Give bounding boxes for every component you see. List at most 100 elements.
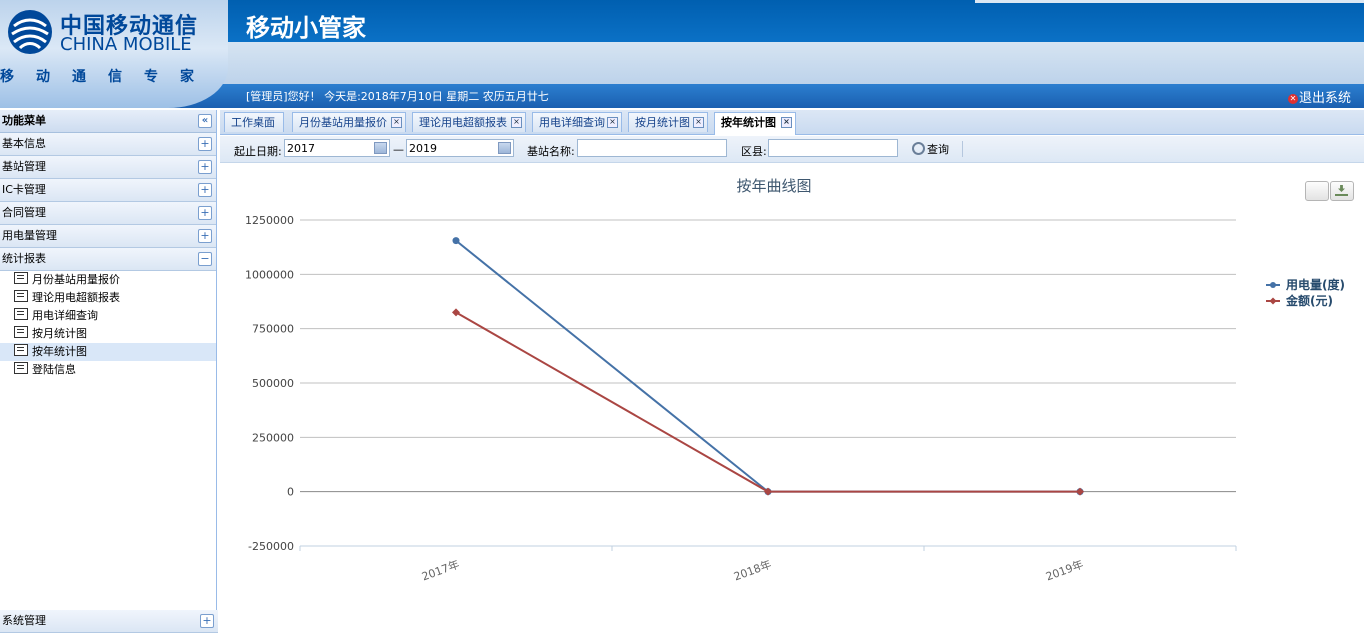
legend-label: 金额(元) bbox=[1285, 293, 1333, 308]
collapse-icon[interactable]: − bbox=[198, 252, 212, 266]
export-button[interactable] bbox=[1330, 181, 1354, 201]
expand-icon[interactable]: + bbox=[198, 206, 212, 220]
line-chart: 按年曲线图 1250000 1000000 750000 500000 250000 0 -2… bbox=[245, 177, 1345, 583]
sidebar-item-label: 用电量管理 bbox=[2, 229, 57, 242]
tab-label: 工作桌面 bbox=[231, 116, 275, 129]
print-button[interactable] bbox=[1305, 181, 1329, 201]
sidebar-title-label: 功能菜单 bbox=[2, 114, 46, 127]
reports-submenu: 月份基站用量报价 理论用电超额报表 用电详细查询 按月统计图 按年统计图 登陆信… bbox=[0, 271, 216, 379]
date-range-label: 起止日期: bbox=[234, 145, 282, 158]
tab-monthly-quote[interactable]: 月份基站用量报价 × bbox=[292, 112, 406, 132]
expand-icon[interactable]: + bbox=[198, 137, 212, 151]
sidebar-item-basic-info[interactable]: 基本信息 + bbox=[0, 133, 216, 156]
tab-label: 按年统计图 bbox=[721, 116, 776, 129]
sidebar-item-station[interactable]: 基站管理 + bbox=[0, 156, 216, 179]
china-mobile-logo-icon bbox=[8, 10, 52, 54]
sidebar-title: 功能菜单 « bbox=[0, 110, 216, 133]
sidebar-item-power-usage[interactable]: 用电量管理 + bbox=[0, 225, 216, 248]
tab-excess-report[interactable]: 理论用电超额报表 × bbox=[412, 112, 526, 132]
expand-icon[interactable]: + bbox=[198, 160, 212, 174]
submenu-label: 月份基站用量报价 bbox=[32, 273, 120, 286]
y-tick-label: 1000000 bbox=[245, 268, 294, 281]
close-icon[interactable]: × bbox=[607, 117, 618, 128]
sidebar-item-reports[interactable]: 统计报表 − bbox=[0, 248, 216, 271]
sidebar-item-ic-card[interactable]: IC卡管理 + bbox=[0, 179, 216, 202]
submenu-item-monthly-chart[interactable]: 按月统计图 bbox=[0, 325, 216, 343]
submenu-item-monthly-quote[interactable]: 月份基站用量报价 bbox=[0, 271, 216, 289]
sidebar-item-system[interactable]: 系统管理 + bbox=[0, 610, 218, 633]
y-tick-label: 1250000 bbox=[245, 214, 294, 227]
expand-icon[interactable]: + bbox=[198, 183, 212, 197]
x-tick-label: 2019年 bbox=[1044, 557, 1085, 583]
calendar-icon[interactable] bbox=[374, 142, 387, 154]
brand-slogan: 移动通信专家 bbox=[0, 69, 216, 85]
close-icon[interactable]: × bbox=[391, 117, 402, 128]
close-icon[interactable]: × bbox=[693, 117, 704, 128]
expand-icon[interactable]: + bbox=[200, 614, 214, 628]
submenu-item-excess-report[interactable]: 理论用电超额报表 bbox=[0, 289, 216, 307]
search-label: 查询 bbox=[927, 143, 949, 156]
close-icon[interactable]: × bbox=[781, 117, 792, 128]
sidebar-item-label: 基站管理 bbox=[2, 160, 46, 173]
start-date-input[interactable]: 2017 bbox=[284, 139, 390, 157]
start-date-value: 2017 bbox=[287, 142, 315, 155]
legend-marker bbox=[1269, 297, 1277, 305]
x-tick-label: 2018年 bbox=[732, 557, 773, 583]
sidebar-item-label: 统计报表 bbox=[2, 252, 46, 265]
welcome-text: [管理员]您好！ 今天是:2018年7月10日 星期二 农历五月廿七 bbox=[246, 90, 549, 103]
submenu-label: 理论用电超额报表 bbox=[32, 291, 120, 304]
tab-label: 用电详细查询 bbox=[539, 116, 605, 129]
report-icon bbox=[14, 308, 28, 320]
app-title: 移动小管家 bbox=[246, 14, 366, 42]
submenu-label: 登陆信息 bbox=[32, 363, 76, 376]
report-icon bbox=[14, 290, 28, 302]
search-icon bbox=[912, 142, 925, 155]
tab-label: 按月统计图 bbox=[635, 116, 690, 129]
yearly-chart: 按年曲线图 1250000 1000000 750000 500000 250000 0 -2… bbox=[220, 163, 1364, 633]
logout-link[interactable]: ✕ 退出系统 bbox=[1288, 87, 1351, 106]
submenu-label: 用电详细查询 bbox=[32, 309, 98, 322]
y-tick-label: 750000 bbox=[252, 323, 294, 336]
download-icon bbox=[1338, 185, 1345, 192]
data-point bbox=[452, 237, 460, 245]
logout-icon: ✕ bbox=[1288, 94, 1298, 104]
end-date-value: 2019 bbox=[409, 142, 437, 155]
report-icon bbox=[14, 362, 28, 374]
district-label: 区县: bbox=[741, 145, 767, 158]
end-date-input[interactable]: 2019 bbox=[406, 139, 514, 157]
station-name-label: 基站名称: bbox=[527, 145, 575, 158]
sidebar-item-label: 基本信息 bbox=[2, 137, 46, 150]
report-icon bbox=[14, 326, 28, 338]
x-tick-label: 2017年 bbox=[420, 557, 461, 583]
sidebar-item-label: 合同管理 bbox=[2, 206, 46, 219]
submenu-item-detail-query[interactable]: 用电详细查询 bbox=[0, 307, 216, 325]
tab-bar: 工作桌面 月份基站用量报价 × 理论用电超额报表 × 用电详细查询 × 按月统计图 × … bbox=[220, 110, 1364, 135]
tab-yearly-chart[interactable]: 按年统计图 × bbox=[714, 112, 796, 135]
tab-monthly-chart[interactable]: 按月统计图 × bbox=[628, 112, 708, 132]
close-icon[interactable]: × bbox=[511, 117, 522, 128]
toolbar-divider bbox=[962, 141, 963, 157]
collapse-sidebar-icon[interactable]: « bbox=[198, 114, 212, 128]
app-header: 中国移动通信 CHINA MOBILE 移动通信专家 移动小管家 [管理员]您好… bbox=[0, 0, 1364, 108]
submenu-item-yearly-chart[interactable]: 按年统计图 bbox=[0, 343, 216, 361]
y-tick-label: 500000 bbox=[252, 377, 294, 390]
tab-label: 月份基站用量报价 bbox=[299, 116, 387, 129]
submenu-item-login-info[interactable]: 登陆信息 bbox=[0, 361, 216, 379]
data-point bbox=[1076, 487, 1084, 496]
logout-label: 退出系统 bbox=[1299, 91, 1352, 106]
report-icon bbox=[14, 344, 28, 356]
header-mid-band bbox=[200, 42, 1364, 86]
expand-icon[interactable]: + bbox=[198, 229, 212, 243]
station-name-input[interactable] bbox=[577, 139, 727, 157]
sidebar: 功能菜单 « 基本信息 + 基站管理 + IC卡管理 + 合同管理 + 用电量管… bbox=[0, 110, 218, 633]
calendar-icon[interactable] bbox=[498, 142, 511, 154]
report-icon bbox=[14, 272, 28, 284]
sidebar-item-contract[interactable]: 合同管理 + bbox=[0, 202, 216, 225]
legend-label: 用电量(度) bbox=[1285, 277, 1345, 292]
tab-workbench[interactable]: 工作桌面 bbox=[224, 112, 284, 132]
tab-detail-query[interactable]: 用电详细查询 × bbox=[532, 112, 622, 132]
search-button[interactable]: 查询 bbox=[912, 141, 949, 157]
district-input[interactable] bbox=[768, 139, 898, 157]
series-line-1 bbox=[455, 311, 1080, 493]
y-tick-label: 0 bbox=[287, 486, 294, 499]
